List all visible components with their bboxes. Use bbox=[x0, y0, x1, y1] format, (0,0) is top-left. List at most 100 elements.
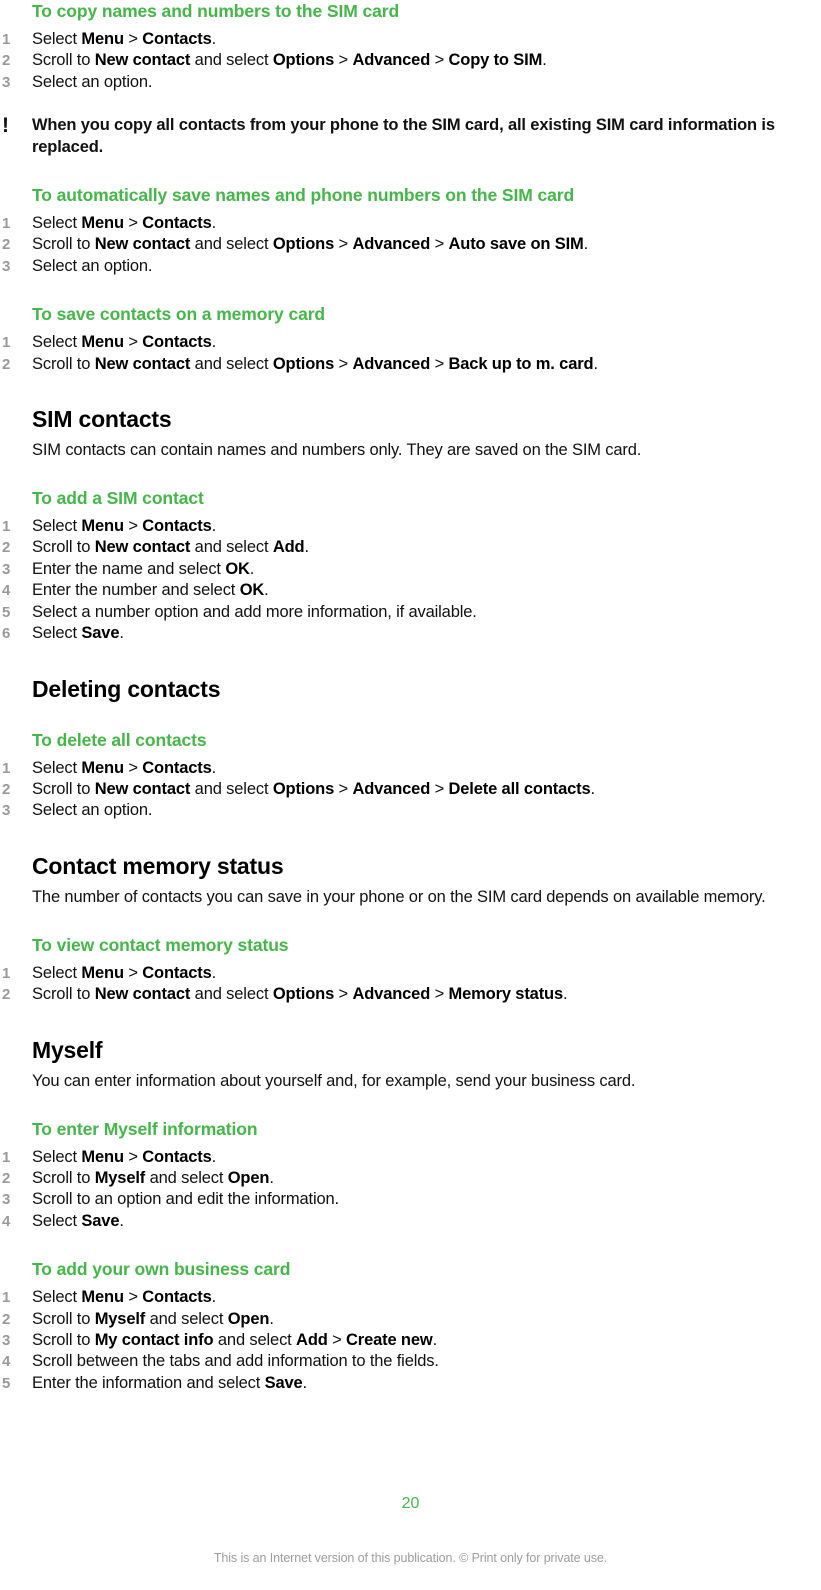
step-text: Select Save. bbox=[32, 1211, 124, 1230]
step-number: 1 bbox=[2, 759, 11, 777]
step-text: Scroll to New contact and select Options… bbox=[32, 235, 589, 254]
procedure-heading: To copy names and numbers to the SIM car… bbox=[32, 1, 400, 21]
step-text: Scroll to Myself and select Open. bbox=[32, 1309, 274, 1328]
procedure-step: 5 Select a number option and add more inf… bbox=[2, 602, 821, 623]
section-heading: Myself bbox=[32, 1036, 103, 1063]
step-number: 1 bbox=[2, 1148, 11, 1166]
procedure-step: 1 Select Menu > Contacts. bbox=[2, 516, 821, 537]
procedure-step: 6 Select Save. bbox=[2, 623, 821, 644]
step-number: 2 bbox=[2, 986, 11, 1004]
procedure-step: 2 Scroll to Myself and select Open. bbox=[2, 1309, 821, 1330]
section-heading: Deleting contacts bbox=[32, 675, 221, 702]
step-number: 2 bbox=[2, 539, 11, 557]
step-text: Scroll to New contact and select Options… bbox=[32, 354, 598, 373]
procedure-step: 3 Select an option. bbox=[2, 256, 821, 277]
step-number: 2 bbox=[2, 1310, 11, 1328]
procedure-step: 2 Scroll to Myself and select Open. bbox=[2, 1168, 821, 1189]
procedure-step: 4 Scroll between the tabs and add informa… bbox=[2, 1351, 821, 1372]
step-number: 1 bbox=[2, 334, 11, 352]
section-heading: SIM contacts bbox=[32, 406, 172, 433]
step-text: Select Menu > Contacts. bbox=[32, 758, 217, 777]
step-text: Enter the information and select Save. bbox=[32, 1373, 307, 1392]
procedure-step-list: 1 Select Menu > Contacts. 2 Scroll to Mysel… bbox=[2, 1287, 821, 1394]
section-intro-paragraph: You can enter information about yourself… bbox=[32, 1071, 636, 1090]
step-text: Scroll to Myself and select Open. bbox=[32, 1168, 274, 1187]
step-text: Select Menu > Contacts. bbox=[32, 517, 217, 536]
step-text: Select Menu > Contacts. bbox=[32, 30, 217, 48]
procedure-heading: To automatically save names and phone nu… bbox=[32, 185, 575, 206]
step-number: 3 bbox=[2, 802, 11, 820]
procedure-heading: To view contact memory status bbox=[32, 934, 289, 955]
section-intro-paragraph: SIM contacts can contain names and numbe… bbox=[32, 441, 642, 460]
step-number: 3 bbox=[2, 257, 11, 275]
procedure-step: 1 Select Menu > Contacts. bbox=[2, 332, 821, 353]
step-number: 3 bbox=[2, 560, 11, 578]
procedure-step-list: 1 Select Menu > Contacts. 2 Scroll to New c… bbox=[2, 332, 821, 375]
page-content: To copy names and numbers to the SIM car… bbox=[2, 0, 821, 1394]
procedure-heading: To add a SIM contact bbox=[32, 488, 204, 509]
section-heading: Contact memory status bbox=[32, 852, 284, 879]
step-number: 4 bbox=[2, 1353, 11, 1371]
procedure-step: 1 Select Menu > Contacts. bbox=[2, 1147, 821, 1168]
procedure-step-list: 1 Select Menu > Contacts. 2 Scroll to New c… bbox=[2, 29, 821, 93]
procedure-step: 1 Select Menu > Contacts. bbox=[2, 213, 821, 234]
step-text: Select Menu > Contacts. bbox=[32, 1288, 217, 1307]
procedure-step: 3 Scroll to an option and edit the inform… bbox=[2, 1189, 821, 1210]
step-number: 1 bbox=[2, 1289, 11, 1307]
step-number: 5 bbox=[2, 603, 11, 621]
step-number: 2 bbox=[2, 1169, 11, 1187]
procedure-heading: To delete all contacts bbox=[32, 729, 207, 750]
step-text: Select Menu > Contacts. bbox=[32, 214, 217, 233]
procedure-step: 2 Scroll to New contact and select Option… bbox=[2, 50, 821, 71]
step-number: 2 bbox=[2, 355, 11, 373]
step-number: 2 bbox=[2, 52, 11, 70]
step-text: Select Menu > Contacts. bbox=[32, 1147, 217, 1166]
procedure-step-list: 1 Select Menu > Contacts. 2 Scroll to New c… bbox=[2, 516, 821, 644]
procedure-step: 1 Select Menu > Contacts. bbox=[2, 29, 821, 50]
section-intro-paragraph: The number of contacts you can save in y… bbox=[32, 887, 766, 906]
procedure-step: 2 Scroll to New contact and select Option… bbox=[2, 779, 821, 800]
step-text: Select an option. bbox=[32, 72, 153, 91]
step-text: Select Menu > Contacts. bbox=[32, 963, 217, 982]
procedure-step: 4 Select Save. bbox=[2, 1211, 821, 1232]
step-number: 2 bbox=[2, 780, 11, 798]
document-page: To copy names and numbers to the SIM car… bbox=[0, 0, 821, 1590]
procedure-step: 3 Enter the name and select OK. bbox=[2, 559, 821, 580]
step-number: 1 bbox=[2, 215, 11, 233]
step-text: Select an option. bbox=[32, 256, 153, 275]
step-text: Scroll to New contact and select Options… bbox=[32, 779, 595, 798]
procedure-step: 2 Scroll to New contact and select Option… bbox=[2, 984, 821, 1005]
procedure-step-list: 1 Select Menu > Contacts. 2 Scroll to New c… bbox=[2, 758, 821, 822]
step-number: 4 bbox=[2, 1212, 11, 1230]
step-number: 3 bbox=[2, 1191, 11, 1209]
procedure-step: 3 Scroll to My contact info and select Ad… bbox=[2, 1330, 821, 1351]
note-text: When you copy all contacts from your pho… bbox=[32, 116, 775, 156]
step-number: 5 bbox=[2, 1374, 11, 1392]
procedure-step-list: 1 Select Menu > Contacts. 2 Scroll to Mysel… bbox=[2, 1147, 821, 1233]
step-text: Select an option. bbox=[32, 801, 153, 820]
step-number: 3 bbox=[2, 73, 11, 91]
procedure-step: 5 Enter the information and select Save. bbox=[2, 1373, 821, 1394]
step-number: 1 bbox=[2, 518, 11, 536]
procedure-step: 2 Scroll to New contact and select Option… bbox=[2, 234, 821, 255]
step-number: 4 bbox=[2, 582, 11, 600]
step-text: Select a number option and add more info… bbox=[32, 602, 477, 621]
step-number: 6 bbox=[2, 625, 11, 643]
procedure-step: 4 Enter the number and select OK. bbox=[2, 580, 821, 601]
step-text: Scroll to New contact and select Add. bbox=[32, 538, 309, 557]
procedure-step: 1 Select Menu > Contacts. bbox=[2, 758, 821, 779]
step-text: Enter the number and select OK. bbox=[32, 581, 269, 600]
procedure-step: 1 Select Menu > Contacts. bbox=[2, 1287, 821, 1308]
procedure-step: 2 Scroll to New contact and select Option… bbox=[2, 354, 821, 375]
page-number: 20 bbox=[401, 1495, 420, 1512]
step-text: Select Save. bbox=[32, 624, 124, 643]
procedure-heading: To save contacts on a memory card bbox=[32, 304, 326, 325]
note-callout: ! When you copy all contacts from your ph… bbox=[2, 115, 821, 158]
procedure-step: 3 Select an option. bbox=[2, 72, 821, 93]
step-number: 1 bbox=[2, 31, 11, 48]
procedure-step: 3 Select an option. bbox=[2, 800, 821, 821]
procedure-step: 1 Select Menu > Contacts. bbox=[2, 963, 821, 984]
step-number: 2 bbox=[2, 236, 11, 254]
procedure-heading: To add your own business card bbox=[32, 1259, 291, 1280]
procedure-heading: To enter Myself information bbox=[32, 1118, 258, 1139]
